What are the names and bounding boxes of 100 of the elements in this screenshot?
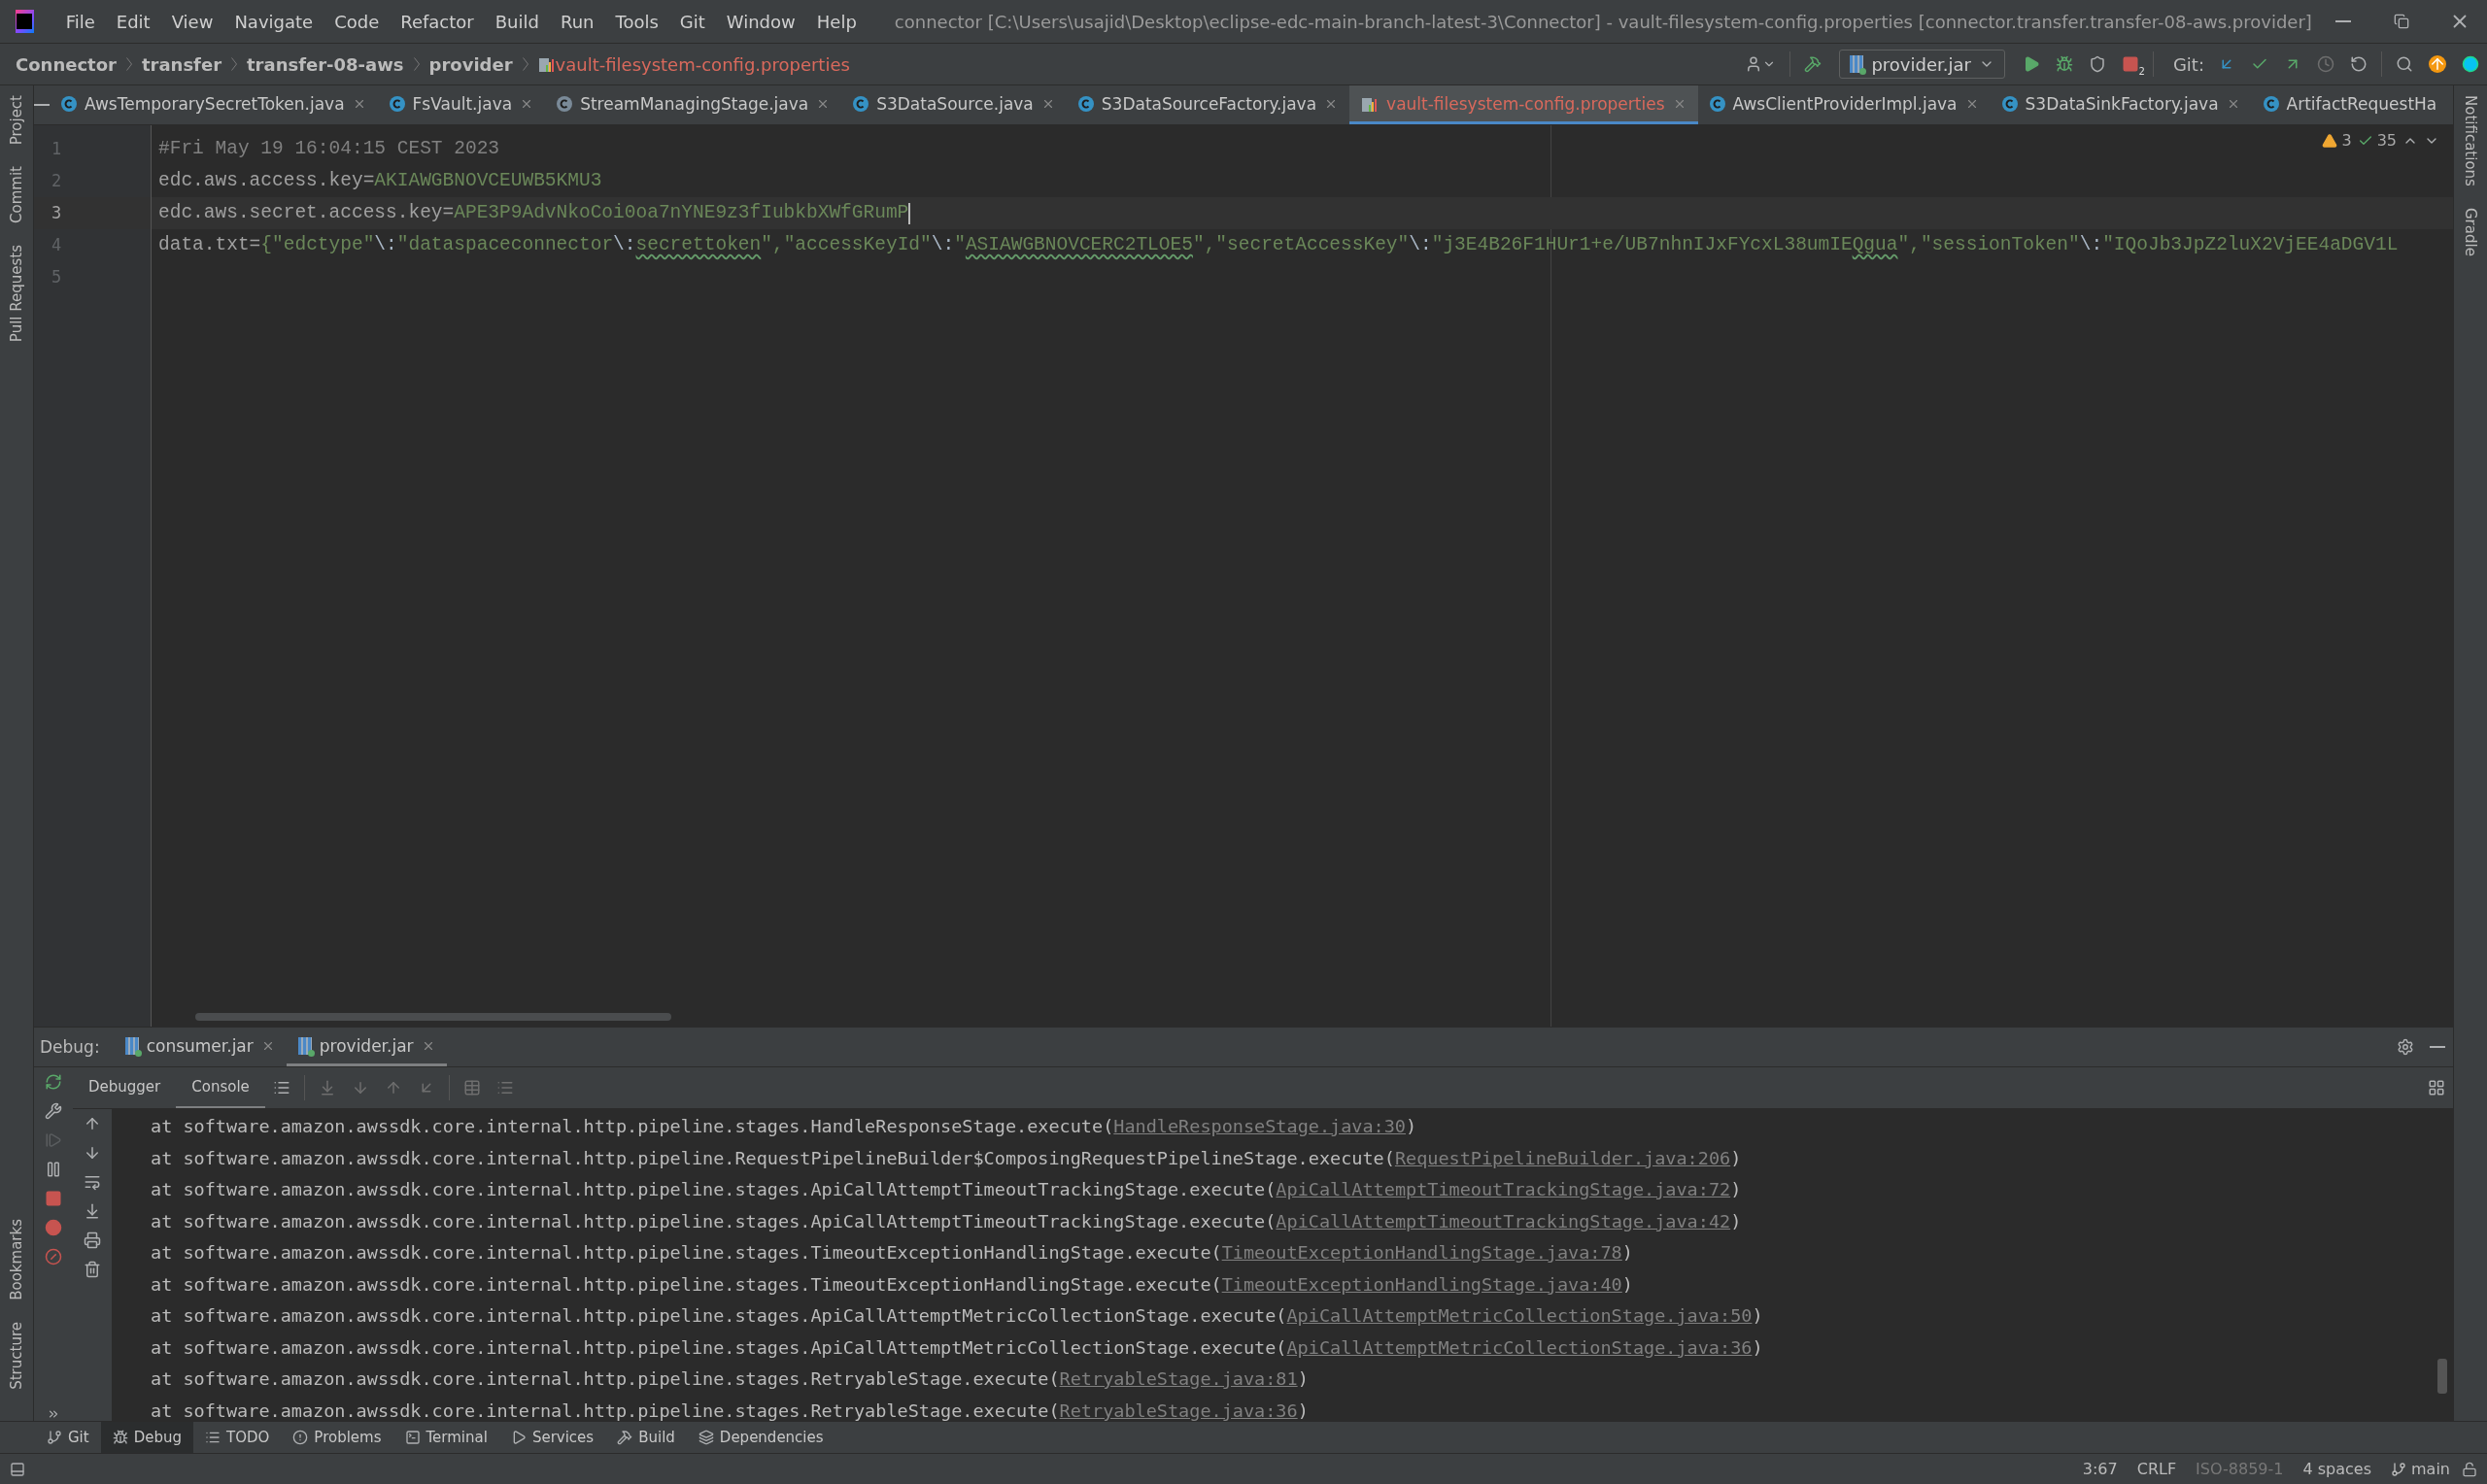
git-branch[interactable]: main xyxy=(2383,1460,2458,1478)
source-link[interactable]: ApiCallAttemptMetricCollectionStage.java:36 xyxy=(1286,1336,1753,1358)
shield-icon xyxy=(2088,55,2106,73)
pause-icon xyxy=(45,1161,62,1178)
tool-window-tab[interactable]: Bookmarks xyxy=(8,1219,25,1301)
abstract-class-icon xyxy=(557,95,573,112)
stack-trace-line: at software.amazon.awssdk.core.internal.http.pipeline.stages.ApiCallAttemptMetricCollectionStage.execute(ApiCallAttemptMetricCollectionStage.java:50) xyxy=(151,1305,1763,1326)
stack-trace-line: at software.amazon.awssdk.core.internal.http.pipeline.RequestPipelineBuilder$ComposingRequestPipelineStage.execute(RequestPipelineBuilder.java:206) xyxy=(151,1147,1742,1168)
editor-tab[interactable]: S3DataSource.java xyxy=(841,85,1067,124)
caret-position[interactable]: 3:67 xyxy=(2074,1460,2126,1478)
menu-item[interactable]: Edit xyxy=(107,7,159,36)
tool-window-tab[interactable]: Dependencies xyxy=(686,1422,835,1453)
tool-window-tab[interactable]: Git xyxy=(35,1422,101,1453)
warnings-count[interactable]: 3 xyxy=(2322,131,2352,150)
editor-tab[interactable]: StreamManagingStage.java xyxy=(545,85,842,124)
stack-trace-line: at software.amazon.awssdk.core.internal.http.pipeline.stages.RetryableStage.execute(RetryableStage.java:81) xyxy=(151,1368,1309,1389)
alert-icon xyxy=(292,1430,309,1445)
code-line: edc.aws.access.key=AKIAWGBNOVCEUWB5KMU3 xyxy=(158,169,602,193)
tool-window-tab[interactable]: TODO xyxy=(193,1422,282,1453)
breakpoints-icon xyxy=(45,1219,62,1236)
tool-window-tab[interactable]: Terminal xyxy=(392,1422,499,1453)
stop-count-label: 2 xyxy=(2138,66,2145,77)
menu-item[interactable]: Refactor xyxy=(392,7,483,36)
minimize-icon[interactable] xyxy=(2334,20,2351,22)
mute-breakpoints-icon xyxy=(45,1248,62,1265)
menu-item[interactable]: Build xyxy=(486,7,548,36)
breadcrumb-item[interactable]: Connector xyxy=(16,53,117,75)
source-link[interactable]: RequestPipelineBuilder.java:206 xyxy=(1394,1147,1731,1168)
wrench-icon xyxy=(45,1102,62,1120)
warning-icon xyxy=(2322,132,2338,149)
stop-icon xyxy=(45,1190,62,1207)
debug-session-tab[interactable]: consumer.jar xyxy=(113,1028,287,1066)
menu-item[interactable]: Navigate xyxy=(225,7,323,36)
scroll-to-end-icon xyxy=(84,1202,101,1220)
source-link[interactable]: ApiCallAttemptMetricCollectionStage.java:50 xyxy=(1286,1305,1753,1326)
list-icon xyxy=(205,1430,221,1445)
chevron-icon xyxy=(522,57,528,71)
git-branch-icon xyxy=(47,1430,62,1445)
menu-item[interactable]: Git xyxy=(670,7,714,36)
indent-setting[interactable]: 4 spaces xyxy=(2295,1460,2379,1478)
tool-window-tab[interactable]: Structure xyxy=(8,1322,25,1390)
editor-tab[interactable]: ArtifactRequestHa xyxy=(2251,85,2449,124)
stop-icon xyxy=(2121,55,2139,73)
menu-item[interactable]: Help xyxy=(807,7,866,36)
chevron-icon xyxy=(413,57,420,71)
breadcrumb-item[interactable]: provider xyxy=(428,53,513,75)
debug-session-tab[interactable]: provider.jar xyxy=(286,1028,447,1066)
source-link[interactable]: HandleResponseStage.java:30 xyxy=(1113,1116,1406,1136)
editor-tab[interactable]: S3DataSourceFactory.java xyxy=(1066,85,1350,124)
editor-tab[interactable]: S3DataSinkFactory.java xyxy=(1990,85,2252,124)
menu-item[interactable]: View xyxy=(162,7,222,36)
tool-window-tab[interactable]: Pull Requests xyxy=(8,245,25,343)
run-configuration-dropdown[interactable]: provider.jar xyxy=(1839,50,2005,79)
menu-item[interactable]: Tools xyxy=(606,7,667,36)
menu-item[interactable]: Code xyxy=(325,7,389,36)
stack-trace-line: at software.amazon.awssdk.core.internal.http.pipeline.stages.HandleResponseStage.execute(HandleResponseStage.java:30) xyxy=(151,1116,1417,1136)
source-link[interactable]: RetryableStage.java:81 xyxy=(1059,1368,1298,1389)
tool-window-tab[interactable]: Commit xyxy=(8,166,25,224)
stack-trace-line: at software.amazon.awssdk.core.internal.http.pipeline.stages.ApiCallAttemptTimeoutTrackingStage.execute(ApiCallAttemptTimeoutTrackingStage.java:72) xyxy=(151,1179,1742,1199)
git-branch-icon xyxy=(2391,1461,2406,1477)
jar-icon xyxy=(124,1036,139,1055)
update-icon xyxy=(2429,55,2446,73)
view-tab[interactable]: Debugger xyxy=(73,1067,177,1108)
source-link[interactable]: TimeoutExceptionHandlingStage.java:40 xyxy=(1221,1273,1622,1295)
app-logo xyxy=(16,10,34,33)
window-title: connector [C:\Users\usajid\Desktop\eclipse-edc-main-branch-latest-3\Connector] - vault-filesystem-config.properties [connector.transfer.transfer-08-aws.provider] xyxy=(894,11,2312,32)
tool-window-tab[interactable]: Problems xyxy=(281,1422,393,1453)
line-separator[interactable]: CRLF xyxy=(2129,1460,2185,1478)
tool-window-tab[interactable]: Build xyxy=(605,1422,687,1453)
tool-window-tab[interactable]: Gradle xyxy=(2462,207,2479,256)
source-link[interactable]: ApiCallAttemptTimeoutTrackingStage.java:42 xyxy=(1276,1210,1731,1231)
restore-icon xyxy=(2393,14,2409,29)
tool-window-tab[interactable]: Project xyxy=(8,95,25,146)
horizontal-scrollbar[interactable] xyxy=(195,1013,671,1021)
breadcrumb-item[interactable]: transfer-08-aws xyxy=(247,53,404,75)
vertical-scrollbar[interactable] xyxy=(2437,1359,2447,1394)
source-link[interactable]: RetryableStage.java:36 xyxy=(1059,1400,1298,1421)
class-icon xyxy=(61,95,77,112)
arrow-down-icon xyxy=(84,1144,101,1162)
rerun-icon xyxy=(45,1073,62,1091)
tool-window-tab[interactable]: Services xyxy=(498,1422,606,1453)
source-link[interactable]: ApiCallAttemptTimeoutTrackingStage.java:72 xyxy=(1276,1179,1731,1199)
editor-tab[interactable]: AwsTemporarySecretToken.java xyxy=(50,85,378,124)
source-link[interactable]: TimeoutExceptionHandlingStage.java:78 xyxy=(1221,1242,1622,1263)
editor-tab[interactable]: FsVault.java xyxy=(377,85,546,124)
table-icon xyxy=(462,1079,481,1096)
unlock-icon xyxy=(2462,1461,2477,1477)
editor-tab[interactable]: AwsClientProviderImpl.java xyxy=(1697,85,1991,124)
tool-window-tab[interactable]: Notifications xyxy=(2462,95,2479,186)
stack-trace-line: at software.amazon.awssdk.core.internal.http.pipeline.stages.ApiCallAttemptMetricCollectionStage.execute(ApiCallAttemptMetricCollectionStage.java:36) xyxy=(151,1336,1763,1358)
tool-window-tab[interactable]: Debug xyxy=(100,1422,194,1453)
print-icon xyxy=(84,1231,101,1249)
chevron-icon xyxy=(125,57,132,71)
checks-count[interactable]: 35 xyxy=(2357,131,2397,150)
menu-item[interactable]: File xyxy=(56,7,104,36)
menu-item[interactable]: Run xyxy=(551,7,603,36)
stack-trace-line: at software.amazon.awssdk.core.internal.http.pipeline.stages.TimeoutExceptionHandlingStage.execute(TimeoutExceptionHandlingStage.java:40) xyxy=(151,1273,1633,1295)
trash-icon xyxy=(84,1261,101,1278)
breadcrumb-item[interactable]: transfer xyxy=(141,53,221,75)
menu-item[interactable]: Window xyxy=(717,7,804,36)
